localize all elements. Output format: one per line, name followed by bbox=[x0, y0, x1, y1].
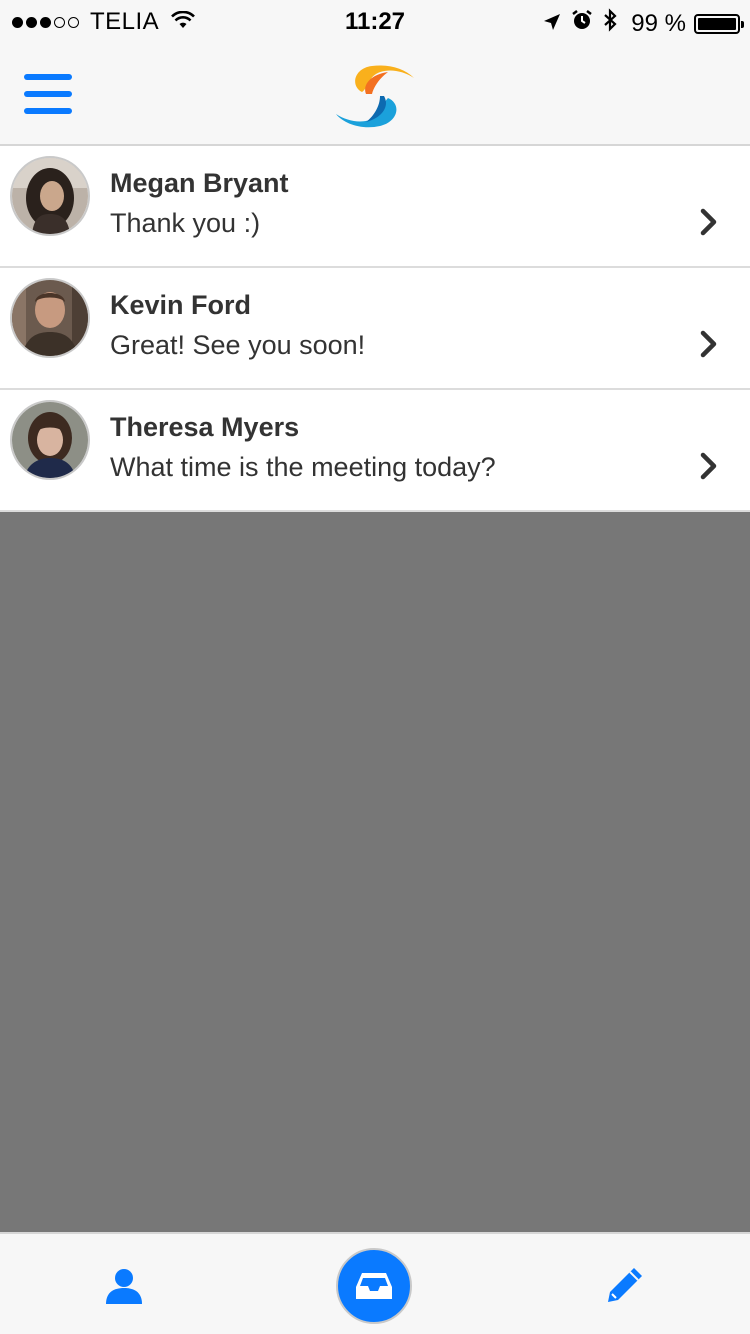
conversation-row[interactable]: Kevin Ford Great! See you soon! bbox=[0, 268, 750, 390]
chevron-right-icon bbox=[698, 208, 720, 236]
alarm-icon bbox=[571, 9, 593, 38]
avatar bbox=[10, 400, 90, 480]
avatar bbox=[10, 278, 90, 358]
message-preview: Great! See you soon! bbox=[110, 330, 366, 360]
conversation-row[interactable]: Megan Bryant Thank you :) bbox=[0, 146, 750, 268]
status-bar: TELIA 11:27 99 % bbox=[0, 0, 750, 44]
contact-name: Kevin Ford bbox=[110, 290, 252, 320]
hamburger-menu-icon[interactable] bbox=[24, 74, 72, 116]
tab-bar bbox=[0, 1232, 750, 1334]
pencil-icon[interactable] bbox=[604, 1264, 646, 1306]
avatar bbox=[10, 156, 90, 236]
bluetooth-icon bbox=[603, 8, 617, 39]
battery-icon bbox=[694, 13, 744, 34]
location-arrow-icon bbox=[543, 10, 561, 38]
navigation-bar bbox=[0, 44, 750, 146]
message-preview: What time is the meeting today? bbox=[110, 452, 496, 482]
app-logo bbox=[332, 60, 418, 132]
message-preview: Thank you :) bbox=[110, 208, 261, 238]
inbox-icon[interactable] bbox=[336, 1248, 412, 1324]
conversation-row[interactable]: Theresa Myers What time is the meeting t… bbox=[0, 390, 750, 512]
user-icon[interactable] bbox=[104, 1266, 144, 1306]
chevron-right-icon bbox=[698, 452, 720, 480]
status-right: 99 % bbox=[533, 8, 744, 39]
battery-percent: 99 % bbox=[631, 9, 686, 37]
contact-name: Megan Bryant bbox=[110, 168, 289, 198]
conversation-list: Megan Bryant Thank you :) Kevin Ford Gre… bbox=[0, 146, 750, 512]
chevron-right-icon bbox=[698, 330, 720, 358]
contact-name: Theresa Myers bbox=[110, 412, 300, 442]
